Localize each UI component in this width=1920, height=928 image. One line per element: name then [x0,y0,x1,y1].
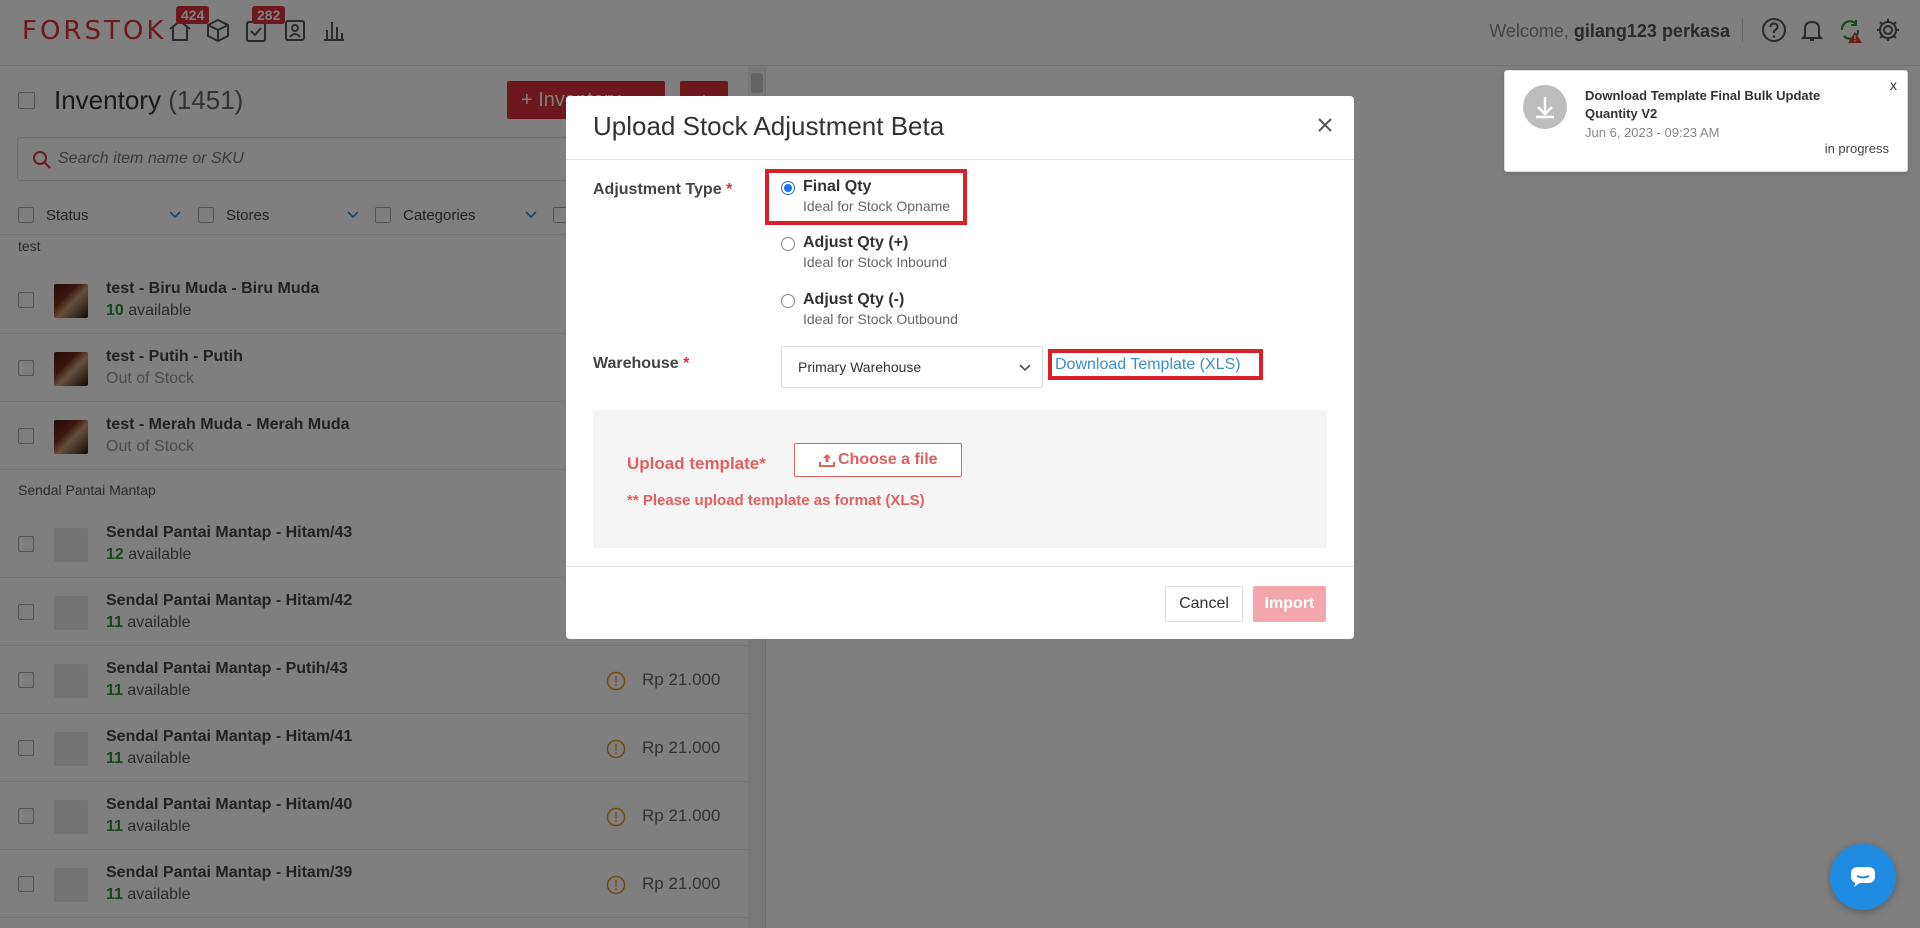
choose-file-button[interactable]: Choose a file [794,443,962,477]
upload-icon [819,454,835,467]
modal-footer: Cancel Import [566,566,1354,639]
radio-adjust-qty-minus[interactable] [781,294,795,308]
download-notification: Download Template Final Bulk Update Quan… [1504,70,1908,172]
option-title[interactable]: Adjust Qty (+) [803,234,908,252]
choose-file-label: Choose a file [838,451,938,468]
option-subtitle: Ideal for Stock Inbound [803,254,947,270]
required-mark: * [726,181,733,198]
modal-title: Upload Stock Adjustment Beta [593,111,945,141]
upload-template-label: Upload template* [627,454,766,473]
required-mark: * [683,355,690,372]
upload-stock-adjustment-modal: Upload Stock Adjustment Beta Adjustment … [566,96,1354,639]
highlight-box [1048,349,1263,380]
notification-status: in progress [1824,141,1889,156]
download-icon [1523,85,1567,129]
warehouse-label: Warehouse * [593,355,689,373]
warehouse-value: Primary Warehouse [798,359,922,375]
warehouse-label-text: Warehouse [593,355,679,372]
highlight-box [765,169,967,225]
option-subtitle: Ideal for Stock Outbound [803,311,958,327]
upload-format-note: ** Please upload template as format (XLS… [627,492,925,509]
warehouse-select[interactable]: Primary Warehouse [781,346,1043,388]
chevron-down-icon [1019,364,1031,372]
modal-header: Upload Stock Adjustment Beta [566,96,1354,160]
cancel-button[interactable]: Cancel [1165,586,1243,622]
import-button[interactable]: Import [1253,586,1326,622]
close-icon[interactable] [1314,114,1336,136]
notification-date: Jun 6, 2023 - 09:23 AM [1585,125,1720,140]
notification-title: Download Template Final Bulk Update Quan… [1585,88,1821,121]
adjustment-type-label-text: Adjustment Type [593,181,722,198]
radio-adjust-qty-plus[interactable] [781,237,795,251]
notification-close-button[interactable]: x [1890,77,1897,93]
option-title[interactable]: Adjust Qty (-) [803,291,904,309]
option-adjust-qty-minus[interactable]: Adjust Qty (-) Ideal for Stock Outbound [781,291,1041,339]
adjustment-type-label: Adjustment Type * [593,181,732,199]
chat-icon [1851,867,1875,887]
upload-area: Upload template* Choose a file ** Please… [593,410,1327,548]
option-adjust-qty-plus[interactable]: Adjust Qty (+) Ideal for Stock Inbound [781,234,1041,282]
chat-widget-button[interactable] [1830,844,1896,910]
